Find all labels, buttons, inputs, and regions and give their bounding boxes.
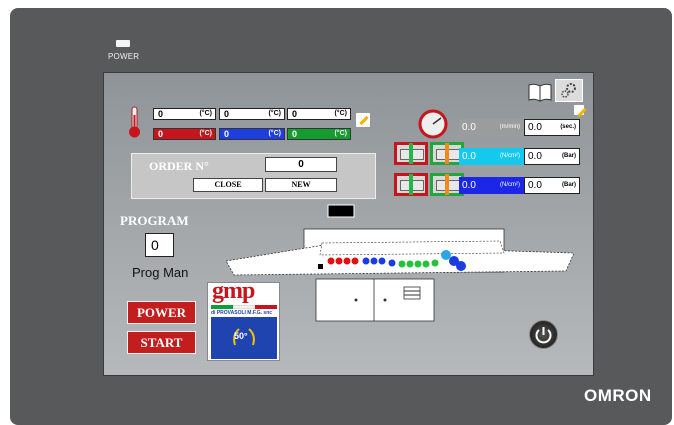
pressure-1-input[interactable]: 0.0 (Bar) [524,148,580,165]
pressure-2-input[interactable]: 0.0 (Bar) [524,177,580,194]
edit-settings-icon[interactable] [573,104,585,116]
settings-button[interactable] [555,79,583,102]
program-mode-label: Prog Man [132,265,189,280]
new-order-button[interactable]: NEW [265,178,337,192]
power-led-label: POWER [108,52,140,61]
speed-readout: 0.0 (m/min) [459,119,524,136]
temp-set-1-box[interactable]: 0 (°C) [153,108,216,120]
machine-diagram [225,204,575,322]
brand-logo: OMRON [584,386,652,405]
power-icon[interactable] [529,320,558,349]
power-button[interactable]: POWER [127,301,196,324]
edit-temps-icon[interactable] [355,112,371,128]
valve-bottom-left[interactable] [394,173,428,196]
order-panel: ORDER N° 0 CLOSE NEW [131,153,376,199]
settings-icon [561,83,576,98]
order-number-input[interactable]: 0 [265,157,337,172]
program-label: PROGRAM [120,213,189,228]
valve-top-left[interactable] [394,142,428,165]
pressure-1-readout: 0.0 (N/cm²) [459,148,524,165]
start-button[interactable]: START [127,331,196,354]
temp-actual-3: 0 (°C) [287,128,351,140]
program-number-input[interactable]: 0 [145,233,174,257]
pressure-2-readout: 0.0 (N/cm²) [459,177,524,194]
close-order-button[interactable]: CLOSE [193,178,263,192]
pressure-gauge-icon [418,109,448,139]
temp-set-3-box[interactable]: 0 (°C) [287,108,351,120]
order-label: ORDER N° [149,159,209,173]
hmi-screen: 0 (°C) 0 (°C) 0 (°C) 0 (°C) 0 (°C) 0 (°C) ORDE… [103,72,594,376]
power-led [116,40,130,47]
time-input[interactable]: 0.0 (sec.) [524,119,580,136]
temp-actual-2: 0 (°C) [219,128,285,140]
temp-actual-1: 0 (°C) [153,128,216,140]
book-icon[interactable] [527,82,553,102]
temp-set-2-box[interactable]: 0 (°C) [219,108,285,120]
thermometer-icon [129,106,140,138]
